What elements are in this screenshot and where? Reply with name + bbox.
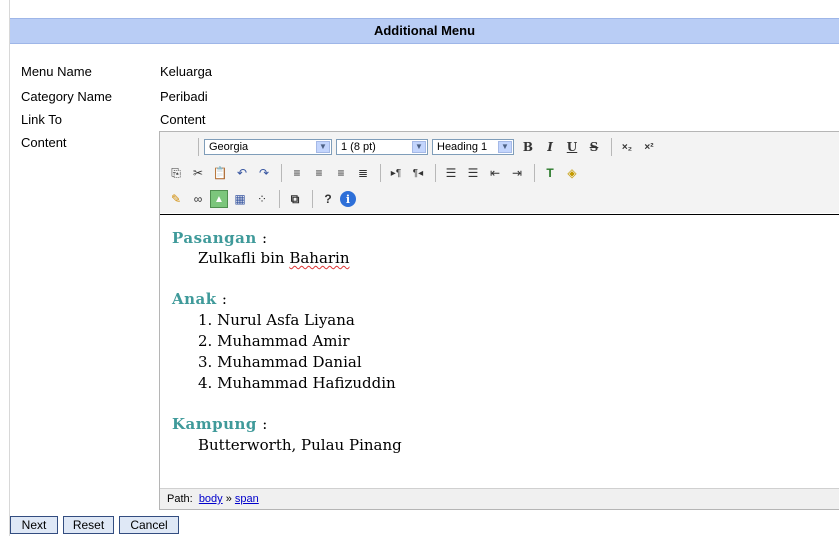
toolbar-separator: [435, 164, 436, 182]
value-category-name: Peribadi: [160, 89, 208, 104]
copy-icon[interactable]: ⎘: [166, 163, 186, 183]
help-icon[interactable]: ?: [318, 189, 338, 209]
anak-line: 4. Muhammad Hafizuddin: [198, 374, 396, 392]
ordered-list-icon[interactable]: ☰: [441, 163, 461, 183]
outdent-icon[interactable]: ⇤: [485, 163, 505, 183]
toolbar-separator: [198, 138, 199, 156]
table-icon[interactable]: ▦: [230, 189, 250, 209]
label-content: Content: [21, 135, 67, 150]
section-heading-pasangan: Pasangan :: [172, 229, 268, 247]
toolbar-row-1: Georgia ▼ 1 (8 pt) ▼ Heading 1 ▼ B I U S…: [166, 136, 661, 158]
path-body-link[interactable]: body: [199, 493, 223, 505]
justify-icon[interactable]: ≣: [353, 163, 373, 183]
toolbar-separator: [534, 164, 535, 182]
next-button[interactable]: Next: [10, 516, 58, 534]
toolbar-separator: [611, 138, 612, 156]
image-icon[interactable]: ▲: [210, 190, 228, 208]
font-size-value: 1 (8 pt): [341, 141, 376, 153]
pencil-icon[interactable]: ✎: [166, 189, 186, 209]
fullscreen-icon[interactable]: ⧉: [285, 189, 305, 209]
toolbar-separator: [312, 190, 313, 208]
chevron-down-icon: ▼: [412, 141, 426, 153]
value-menu-name: Keluarga: [160, 64, 213, 79]
info-icon[interactable]: i: [340, 191, 356, 207]
toolbar-separator: [380, 164, 381, 182]
toolbar-separator: [279, 190, 280, 208]
underline-button[interactable]: U: [562, 137, 582, 157]
pasangan-line: Zulkafli bin Baharin: [198, 249, 350, 267]
anak-line: 1. Nurul Asfa Liyana: [198, 311, 355, 329]
bold-button[interactable]: B: [518, 137, 538, 157]
font-family-value: Georgia: [209, 141, 249, 153]
section-heading-kampung: Kampung :: [172, 415, 268, 433]
paste-icon[interactable]: 📋: [210, 163, 230, 183]
cut-icon[interactable]: ✂: [188, 163, 208, 183]
section-heading-anak: Anak :: [172, 290, 228, 308]
superscript-button[interactable]: ×²: [639, 137, 659, 157]
editor-content-area[interactable]: Pasangan : Zulkafli bin Baharin Anak : 1…: [160, 214, 839, 488]
chevron-down-icon: ▼: [498, 141, 512, 153]
ltr-icon[interactable]: ▸¶: [386, 163, 406, 183]
misspelled-word: Baharin: [289, 249, 350, 267]
align-right-icon[interactable]: ≡: [331, 163, 351, 183]
toolbar-row-2: ⎘ ✂ 📋 ↶ ↷ ≡ ≡ ≡ ≣ ▸¶ ¶◂ ☰ ☰ ⇤ ⇥ T ◈: [166, 162, 584, 184]
label-menu-name: Menu Name: [21, 64, 92, 79]
font-size-select[interactable]: 1 (8 pt) ▼: [336, 139, 428, 155]
undo-icon[interactable]: ↶: [232, 163, 252, 183]
page-title: Additional Menu: [10, 18, 839, 44]
editor-path-bar: Path: body » span: [160, 488, 839, 509]
format-value: Heading 1: [437, 141, 488, 153]
font-family-select[interactable]: Georgia ▼: [204, 139, 332, 155]
align-center-icon[interactable]: ≡: [309, 163, 329, 183]
editor-toolbar: Georgia ▼ 1 (8 pt) ▼ Heading 1 ▼ B I U S…: [160, 132, 839, 213]
strikethrough-button[interactable]: S: [584, 137, 604, 157]
format-select[interactable]: Heading 1 ▼: [432, 139, 514, 155]
indent-icon[interactable]: ⇥: [507, 163, 527, 183]
special-char-icon[interactable]: ⁘: [252, 189, 272, 209]
toolbar-row-3: ✎ ∞ ▲ ▦ ⁘ ⧉ ? i: [166, 188, 358, 210]
path-label: Path:: [167, 493, 193, 505]
rtl-icon[interactable]: ¶◂: [408, 163, 428, 183]
redo-icon[interactable]: ↷: [254, 163, 274, 183]
kampung-line: Butterworth, Pulau Pinang: [198, 436, 402, 454]
subscript-button[interactable]: ×₂: [617, 137, 637, 157]
toolbar-separator: [281, 164, 282, 182]
bg-color-icon[interactable]: ◈: [562, 163, 582, 183]
reset-button[interactable]: Reset: [63, 516, 114, 534]
value-link-to: Content: [160, 112, 206, 127]
align-left-icon[interactable]: ≡: [287, 163, 307, 183]
anak-line: 2. Muhammad Amir: [198, 332, 350, 350]
chevron-down-icon: ▼: [316, 141, 330, 153]
unordered-list-icon[interactable]: ☰: [463, 163, 483, 183]
text-color-icon[interactable]: T: [540, 163, 560, 183]
cancel-button[interactable]: Cancel: [119, 516, 179, 534]
path-separator: »: [225, 493, 232, 505]
anak-line: 3. Muhammad Danial: [198, 353, 362, 371]
italic-button[interactable]: I: [540, 137, 560, 157]
rich-text-editor: Georgia ▼ 1 (8 pt) ▼ Heading 1 ▼ B I U S…: [159, 131, 839, 510]
path-span-link[interactable]: span: [235, 493, 259, 505]
label-category-name: Category Name: [21, 89, 113, 104]
label-link-to: Link To: [21, 112, 62, 127]
link-icon[interactable]: ∞: [188, 189, 208, 209]
